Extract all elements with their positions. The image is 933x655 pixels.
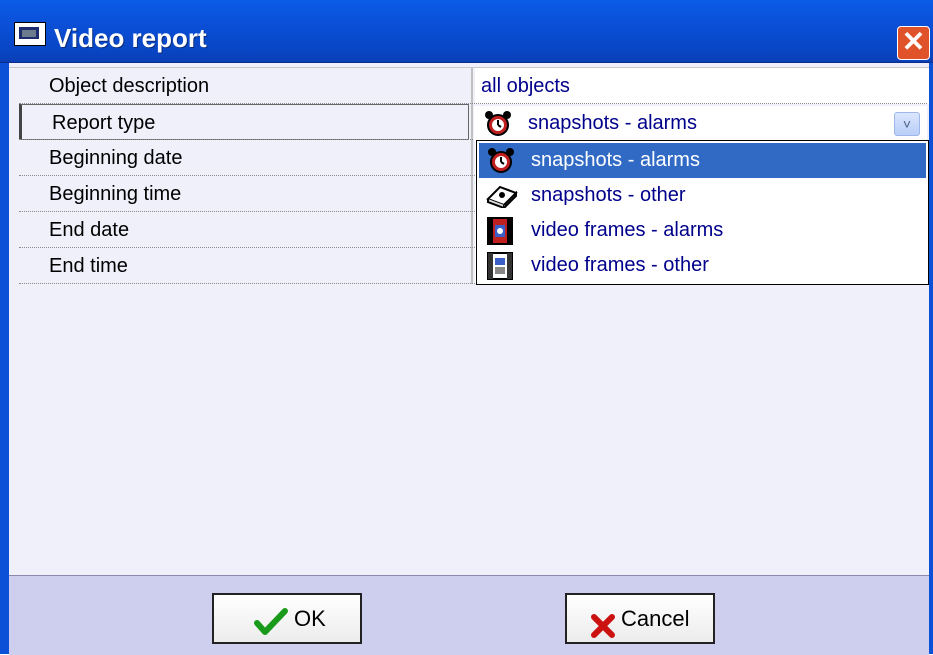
property-label: Report type	[19, 104, 469, 140]
dropdown-option-video-frames-other[interactable]: video frames - other	[479, 248, 926, 283]
close-button[interactable]: ✕	[897, 26, 930, 60]
property-label: End date	[49, 219, 130, 241]
window-title: Video report	[54, 23, 207, 53]
dropdown-option-video-frames-alarms[interactable]: video frames - alarms	[479, 213, 926, 248]
dropdown-option-label: video frames - other	[531, 254, 709, 276]
checkmark-icon	[254, 605, 288, 652]
window-frame-right	[929, 63, 933, 654]
property-label: Object description	[49, 75, 210, 97]
ok-button[interactable]: OK	[212, 593, 362, 644]
dropdown-option-snapshots-other[interactable]: snapshots - other	[479, 178, 926, 213]
property-value-object-description[interactable]: all objects	[475, 68, 929, 104]
report-type-dropdown-list: snapshots - alarms snapshots - other vid…	[476, 140, 929, 285]
property-label: End time	[49, 255, 128, 277]
property-row-object-description[interactable]: Object description all objects	[9, 68, 929, 104]
property-label: Beginning date	[49, 147, 183, 169]
red-x-icon	[591, 607, 615, 654]
window-app-icon	[14, 22, 46, 46]
report-type-combobox[interactable]: snapshots - alarms ˅	[474, 106, 927, 140]
property-label: Beginning time	[49, 183, 182, 205]
dropdown-option-label: snapshots - alarms	[531, 149, 700, 171]
title-bar: Video report ✕	[0, 0, 933, 63]
dropdown-option-label: snapshots - other	[531, 184, 686, 206]
window-frame-left	[0, 63, 9, 654]
film-other-icon	[485, 252, 515, 292]
dropdown-option-snapshots-alarms[interactable]: snapshots - alarms	[479, 143, 926, 178]
cancel-button-label: Cancel	[621, 606, 690, 631]
ok-button-label: OK	[294, 606, 326, 631]
alarm-clock-icon	[482, 110, 514, 141]
report-type-selected-value: snapshots - alarms	[528, 112, 697, 134]
button-bar	[9, 575, 929, 655]
dropdown-option-label: video frames - alarms	[531, 219, 724, 241]
chevron-down-icon[interactable]: ˅	[894, 112, 920, 136]
cancel-button[interactable]: Cancel	[565, 593, 715, 644]
